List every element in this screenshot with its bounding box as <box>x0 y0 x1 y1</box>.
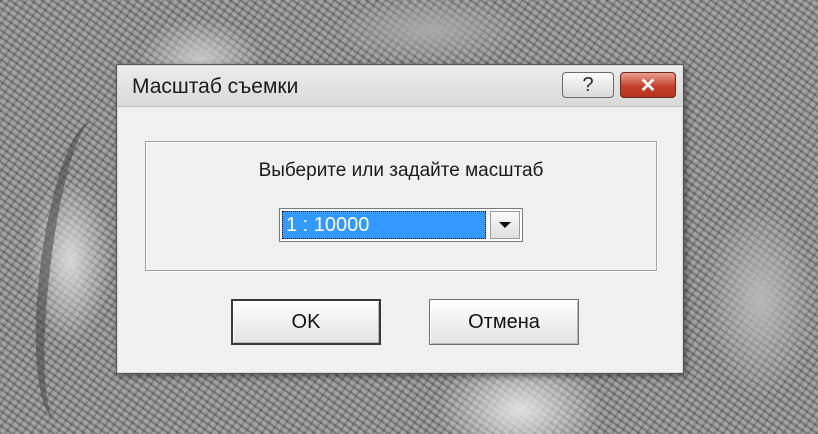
scale-combobox[interactable]: 1 : 10000 <box>279 208 523 242</box>
ok-button[interactable]: OK <box>231 299 381 345</box>
cancel-button[interactable]: Отмена <box>429 299 579 345</box>
close-button[interactable]: ✕ <box>620 72 676 98</box>
scale-dialog: Масштаб съемки ? ✕ Выберите или задайте … <box>116 64 684 374</box>
dialog-title: Масштаб съемки <box>132 75 299 98</box>
dialog-titlebar[interactable]: Масштаб съемки ? ✕ <box>118 66 682 107</box>
close-icon: ✕ <box>639 74 657 97</box>
scale-group-box: Выберите или задайте масштаб 1 : 10000 <box>145 141 657 271</box>
dialog-client-area: Выберите или задайте масштаб 1 : 10000 O… <box>125 113 675 367</box>
help-button[interactable]: ? <box>562 72 614 98</box>
chevron-down-icon <box>499 222 511 228</box>
scale-combobox-value[interactable]: 1 : 10000 <box>282 211 486 239</box>
combobox-dropdown-button[interactable] <box>490 211 520 239</box>
scale-prompt-label: Выберите или задайте масштаб <box>258 160 544 181</box>
question-mark-icon: ? <box>582 73 594 96</box>
